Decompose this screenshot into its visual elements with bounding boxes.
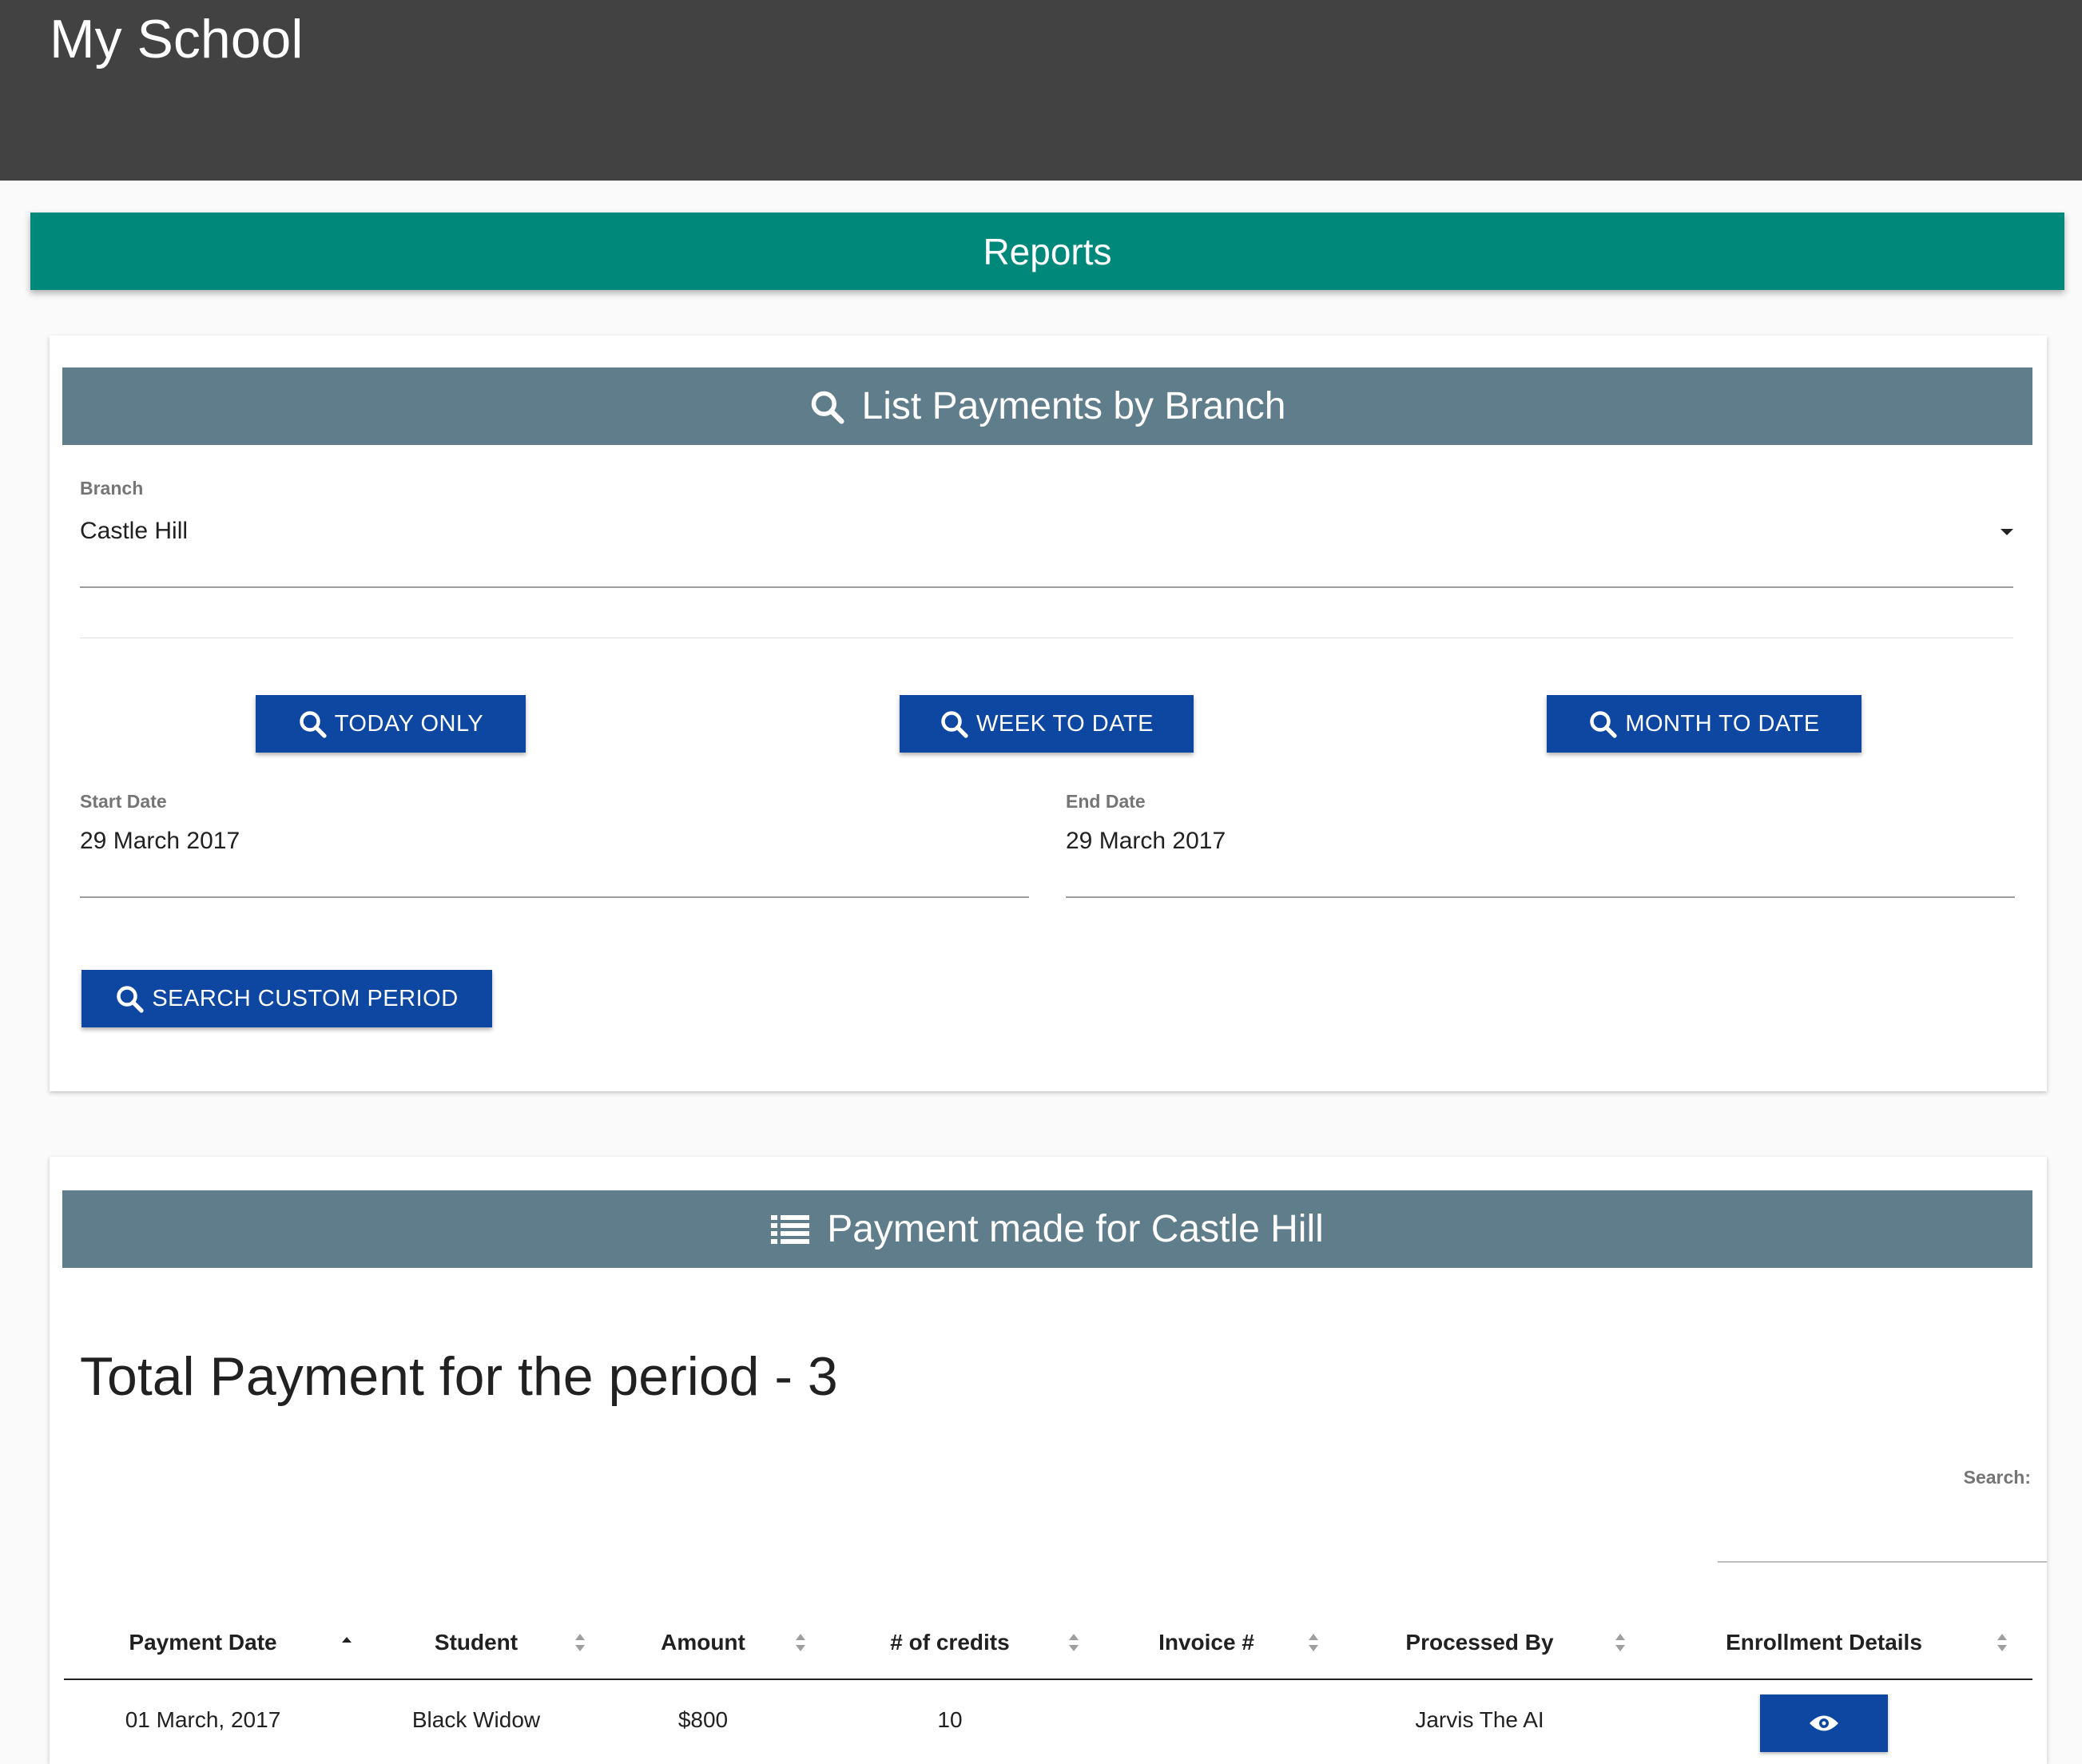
search-icon (811, 391, 844, 424)
column-header-amount[interactable]: Amount (610, 1606, 831, 1680)
cell-processed-by: Jarvis The AI (1415, 1706, 1544, 1732)
start-date-underline (80, 896, 1029, 898)
branch-value: Castle Hill (80, 518, 189, 544)
branch-select[interactable]: Branch Castle Hill (80, 478, 2013, 590)
results-card-header: Payment made for Castle Hill (62, 1190, 2032, 1268)
filter-card: List Payments by Branch Branch Castle Hi… (50, 336, 2047, 1091)
eye-icon (1810, 1715, 1838, 1731)
search-icon (941, 711, 968, 738)
list-icon (771, 1214, 810, 1244)
sort-ascending-icon (342, 1636, 352, 1643)
end-date-underline (1066, 896, 2015, 898)
total-payment-heading: Total Payment for the period - 3 (80, 1346, 838, 1407)
today-only-label: TODAY ONLY (334, 710, 484, 737)
sort-icon (575, 1633, 585, 1651)
branch-underline (80, 586, 2013, 588)
caret-down-icon (2001, 529, 2013, 535)
search-icon (1590, 711, 1617, 738)
search-custom-period-button[interactable]: SEARCH CUSTOM PERIOD (81, 970, 492, 1027)
start-date-field[interactable]: Start Date 29 March 2017 (80, 791, 1029, 900)
today-only-button[interactable]: TODAY ONLY (256, 695, 526, 753)
cell-student: Black Widow (411, 1706, 541, 1732)
end-date-field[interactable]: End Date 29 March 2017 (1066, 791, 2015, 900)
top-app-bar: My School (0, 0, 2082, 181)
cell-enrollment-details (1651, 1679, 2032, 1759)
search-input[interactable] (1718, 1512, 2047, 1563)
sort-icon (1309, 1633, 1318, 1651)
week-to-date-label: WEEK TO DATE (976, 710, 1154, 737)
week-to-date-button[interactable]: WEEK TO DATE (900, 695, 1194, 753)
app-title: My School (50, 9, 304, 70)
filter-card-title: List Payments by Branch (861, 385, 1286, 427)
cell-payment-date: 01 March, 2017 (125, 1706, 281, 1732)
column-header-enrollment-details[interactable]: Enrollment Details (1651, 1606, 2032, 1680)
column-header-credits[interactable]: # of credits (831, 1606, 1104, 1680)
cell-credits: 10 (937, 1706, 963, 1732)
filter-card-header: List Payments by Branch (62, 368, 2032, 445)
sort-icon (1997, 1633, 2007, 1651)
start-date-value: 29 March 2017 (80, 828, 240, 854)
month-to-date-button[interactable]: MONTH TO DATE (1547, 695, 1861, 753)
column-header-student[interactable]: Student (377, 1606, 610, 1680)
search-icon (117, 986, 144, 1013)
search-custom-period-label: SEARCH CUSTOM PERIOD (152, 985, 459, 1011)
cell-invoice (1104, 1679, 1344, 1759)
cell-amount: $800 (677, 1706, 729, 1732)
month-to-date-label: MONTH TO DATE (1625, 710, 1820, 737)
column-header-invoice[interactable]: Invoice # (1104, 1606, 1344, 1680)
payments-table: Payment Date Student Amount # of credits… (64, 1606, 2032, 1759)
results-card-title: Payment made for Castle Hill (827, 1208, 1324, 1250)
sort-icon (1615, 1633, 1625, 1651)
sort-icon (1069, 1633, 1079, 1651)
search-label: Search: (1963, 1467, 2031, 1488)
search-icon (299, 711, 327, 738)
results-card: Payment made for Castle Hill Total Payme… (50, 1157, 2047, 1764)
column-header-processed-by[interactable]: Processed By (1344, 1606, 1651, 1680)
reports-label: Reports (983, 230, 1112, 272)
start-date-label: Start Date (80, 791, 167, 812)
view-enrollment-button[interactable] (1760, 1694, 1888, 1752)
end-date-value: 29 March 2017 (1066, 828, 1226, 854)
end-date-label: End Date (1066, 791, 1146, 812)
column-header-payment-date[interactable]: Payment Date (64, 1606, 377, 1680)
reports-bar[interactable]: Reports (30, 213, 2064, 290)
branch-label: Branch (80, 478, 144, 499)
sort-icon (796, 1633, 805, 1651)
table-row: 01 March, 2017 Black Widow $800 10 Jarvi… (64, 1679, 2032, 1759)
